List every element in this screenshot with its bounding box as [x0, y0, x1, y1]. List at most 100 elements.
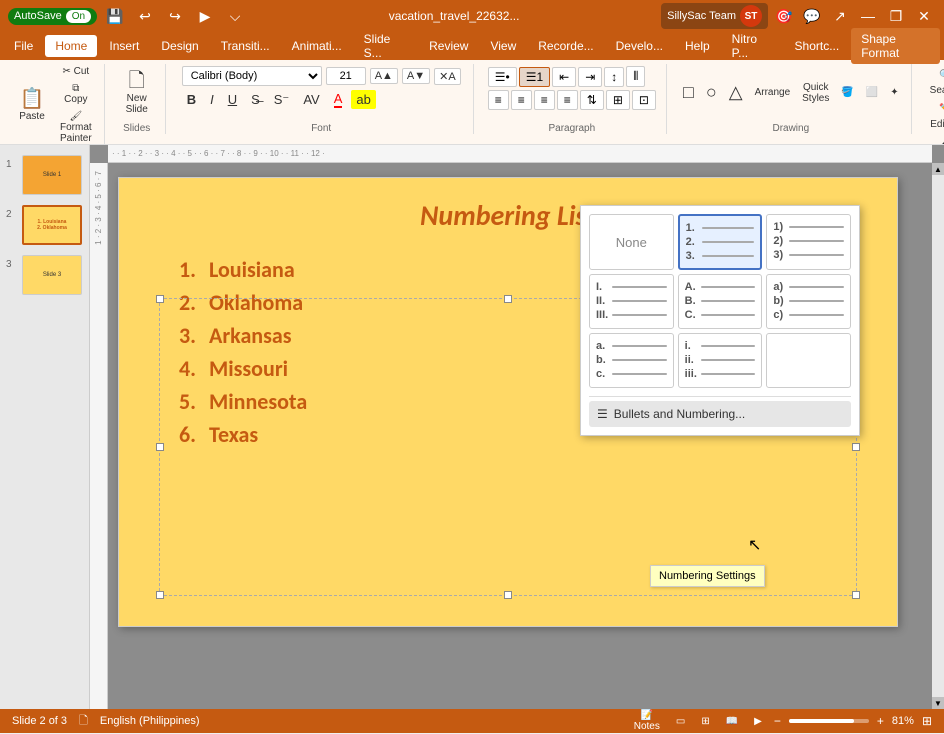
line-spacing-button[interactable]: ↕ [604, 67, 624, 87]
increase-indent-button[interactable]: ⇥ [578, 67, 602, 87]
scroll-down-button[interactable]: ▼ [932, 697, 944, 709]
menu-developer[interactable]: Develo... [606, 35, 673, 57]
font-color-button[interactable]: A [329, 89, 348, 110]
align-right-button[interactable]: ≡ [534, 90, 555, 110]
menu-shortcuts[interactable]: Shortc... [785, 35, 850, 57]
numbered-list-button[interactable]: ☰1 [519, 67, 550, 87]
zoom-out-button[interactable]: − [774, 714, 781, 728]
menu-home[interactable]: Home [45, 35, 97, 57]
comments-button[interactable]: 💬 [800, 4, 824, 28]
decrease-indent-button[interactable]: ⇤ [552, 67, 576, 87]
dictate-button[interactable]: 🎤 Dictate [926, 136, 944, 145]
effects-button[interactable]: ✦ [886, 85, 902, 100]
ribbon-collapse-button[interactable]: 🎯 [772, 4, 796, 28]
handle-bottom-middle[interactable] [504, 591, 512, 599]
slideshow-button[interactable]: ▶ [750, 714, 766, 729]
fit-slide-button[interactable]: ⊞ [922, 714, 932, 728]
justify-button[interactable]: ≡ [557, 90, 578, 110]
zoom-bar[interactable] [789, 719, 869, 723]
new-slide-button[interactable]: 🗋 New Slide [117, 67, 157, 119]
numbering-alpha-upper[interactable]: A. B. C. [678, 274, 763, 329]
handle-bottom-right[interactable] [852, 591, 860, 599]
font-family-select[interactable]: Calibri (Body) [182, 66, 322, 86]
handle-middle-left[interactable] [156, 443, 164, 451]
numbering-alpha-lower-dot[interactable]: a. b. c. [589, 333, 674, 388]
more-button[interactable]: ⌵ [223, 4, 247, 28]
menu-transitions[interactable]: Transiti... [211, 35, 280, 57]
decrease-font-button[interactable]: A▼ [402, 68, 430, 84]
columns-button[interactable]: ⫴ [626, 66, 645, 87]
undo-button[interactable]: ↩ [133, 4, 157, 28]
numbering-123-paren[interactable]: 1) 2) 3) [766, 214, 851, 270]
share-button[interactable]: ↗ [828, 4, 852, 28]
slide-thumb-2[interactable]: 2 1. Louisiana2. Oklahoma [4, 203, 85, 247]
outline-button[interactable]: ⬜ [862, 85, 882, 100]
handle-middle-right[interactable] [852, 443, 860, 451]
clear-format-button[interactable]: ✕A [434, 68, 461, 85]
handle-bottom-left[interactable] [156, 591, 164, 599]
autosave-toggle[interactable]: AutoSave On [8, 8, 97, 25]
text-align-button[interactable]: ⊞ [606, 90, 630, 110]
bullet-list-button[interactable]: ☰• [488, 67, 517, 87]
menu-animations[interactable]: Animati... [282, 35, 352, 57]
scroll-track[interactable] [932, 175, 944, 697]
highlight-button[interactable]: ab [351, 90, 375, 109]
numbering-none[interactable]: None [589, 214, 674, 270]
bold-button[interactable]: B [182, 90, 201, 109]
shape-button-1[interactable]: □ [679, 80, 698, 105]
menu-insert[interactable]: Insert [99, 35, 149, 57]
slide-thumb-3[interactable]: 3 Slide 3 [4, 253, 85, 297]
right-scrollbar[interactable]: ▲ ▼ [932, 163, 944, 709]
copy-button[interactable]: ⧉ Copy [56, 81, 96, 107]
shape-button-2[interactable]: ○ [702, 80, 721, 105]
handle-top-middle[interactable] [504, 295, 512, 303]
menu-slideshow[interactable]: Slide S... [354, 28, 417, 64]
numbering-roman-upper[interactable]: I. II. III. [589, 274, 674, 329]
numbering-alpha-lower-paren[interactable]: a) b) c) [766, 274, 851, 329]
save-button[interactable]: 💾 [103, 4, 127, 28]
numbering-123-dot[interactable]: 1. 2. 3. [678, 214, 763, 270]
menu-review[interactable]: Review [419, 35, 478, 57]
reading-view-button[interactable]: 📖 [722, 714, 742, 729]
char-spacing-button[interactable]: AV [298, 90, 324, 109]
italic-button[interactable]: I [205, 90, 219, 109]
search-button[interactable]: 🔍 Search [926, 68, 944, 98]
notes-button[interactable]: 📝 Notes [630, 708, 664, 734]
zoom-in-button[interactable]: + [877, 714, 884, 728]
minimize-button[interactable]: — [856, 4, 880, 28]
increase-font-button[interactable]: A▲ [370, 68, 398, 84]
font-size-input[interactable] [326, 67, 366, 85]
handle-top-left[interactable] [156, 295, 164, 303]
text-direction-button[interactable]: ⇅ [580, 90, 604, 110]
slide-thumb-1[interactable]: 1 Slide 1 [4, 153, 85, 197]
restore-button[interactable]: ❐ [884, 4, 908, 28]
menu-record[interactable]: Recorde... [528, 35, 603, 57]
menu-view[interactable]: View [480, 35, 526, 57]
cut-button[interactable]: ✂ Cut [56, 64, 96, 79]
align-left-button[interactable]: ≡ [488, 90, 509, 110]
bullets-numbering-button[interactable]: ☰ Bullets and Numbering... [589, 401, 851, 427]
menu-design[interactable]: Design [151, 35, 208, 57]
menu-file[interactable]: File [4, 35, 43, 57]
strikethrough-button[interactable]: S̶ [246, 90, 265, 109]
quick-styles-button[interactable]: Quick Styles [798, 80, 833, 106]
text-shadow-button[interactable]: S⁻ [269, 90, 295, 110]
menu-nitro[interactable]: Nitro P... [722, 28, 783, 64]
scroll-up-button[interactable]: ▲ [932, 163, 944, 175]
underline-button[interactable]: U [223, 90, 242, 109]
fill-button[interactable]: 🪣 [837, 85, 857, 100]
shape-button-3[interactable]: △ [725, 80, 747, 105]
align-center-button[interactable]: ≡ [511, 90, 532, 110]
format-painter-button[interactable]: 🖌 Format Painter [56, 109, 96, 145]
menu-help[interactable]: Help [675, 35, 720, 57]
numbering-empty[interactable] [766, 333, 851, 388]
paste-button[interactable]: 📋 Paste [12, 85, 52, 126]
slide-sorter-button[interactable]: ⊞ [697, 714, 713, 729]
numbering-roman-lower[interactable]: i. ii. iii. [678, 333, 763, 388]
menu-shape-format[interactable]: Shape Format [851, 28, 940, 64]
present-button[interactable]: ▶ [193, 4, 217, 28]
smartart-button[interactable]: ⊡ [632, 90, 656, 110]
redo-button[interactable]: ↪ [163, 4, 187, 28]
close-button[interactable]: ✕ [912, 4, 936, 28]
editing-button[interactable]: ✏️ Editing [926, 102, 944, 132]
